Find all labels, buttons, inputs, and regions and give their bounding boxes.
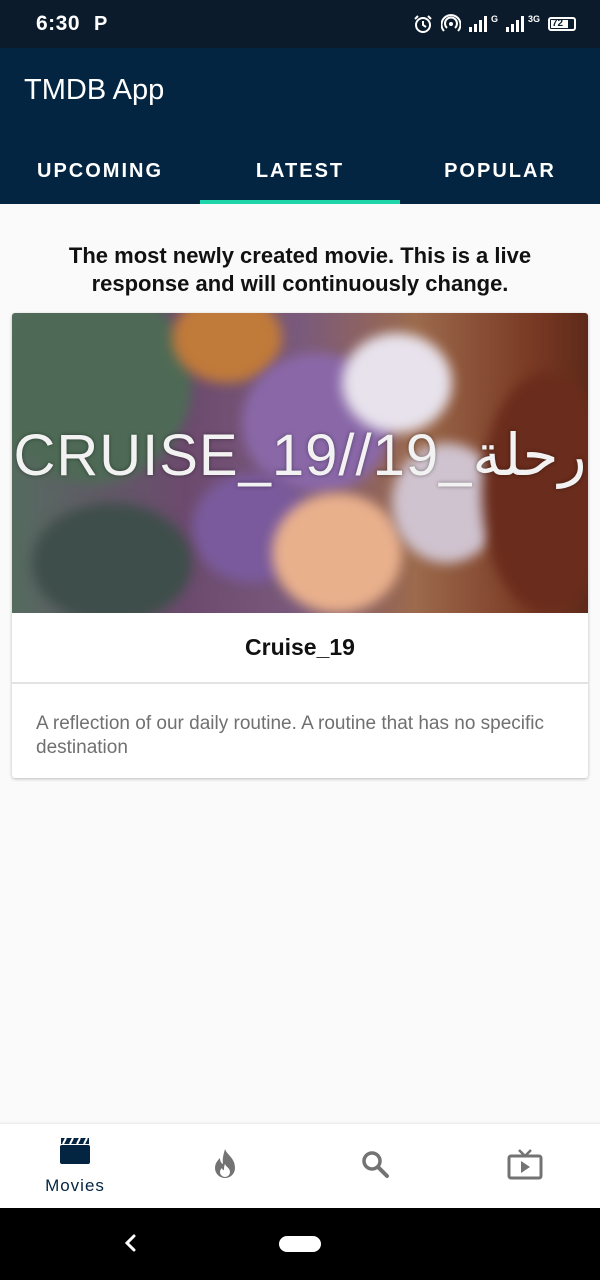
tab-bar: UPCOMING LATEST POPULAR [0,138,600,204]
nav-item-search[interactable] [300,1124,450,1208]
nav-item-trending[interactable] [150,1124,300,1208]
battery-icon: 72 [548,17,576,31]
tab-popular[interactable]: POPULAR [400,138,600,204]
home-pill[interactable] [279,1236,321,1252]
movie-card[interactable]: CRUISE_19//19_رحلة Cruise_19 A reflectio… [12,313,588,778]
app-title: TMDB App [24,74,165,106]
search-icon [360,1149,390,1184]
nav-label-movies: Movies [45,1175,105,1195]
network-2-type: 3G [527,14,540,24]
nav-item-movies[interactable]: Movies [0,1124,150,1208]
hotspot-icon [440,14,461,34]
flame-icon [211,1148,239,1185]
network-1-type: G [490,14,498,24]
signal-2-icon [505,16,524,32]
clapperboard-icon [59,1137,91,1170]
signal-1-icon [468,16,487,32]
parking-app-icon: P [94,12,108,35]
movie-overview: A reflection of our daily routine. A rou… [36,713,545,758]
back-chevron-icon[interactable] [118,1228,142,1265]
bottom-navigation: Movies [0,1124,600,1208]
movie-title: Cruise_19 [12,613,588,684]
status-time: 6:30 [36,12,81,35]
tab-upcoming[interactable]: UPCOMING [0,138,200,204]
status-bar: 6:30 P G 3G 72 [0,0,600,48]
alarm-icon [413,14,433,34]
tv-icon [507,1148,543,1185]
section-description: The most newly created movie. This is a … [68,243,532,296]
battery-level: 72 [552,18,564,29]
tab-latest[interactable]: LATEST [200,138,400,204]
app-bar: TMDB App UPCOMING LATEST POPULAR [0,48,600,204]
poster-caption: CRUISE_19//19_رحلة [13,423,587,488]
nav-item-tv[interactable] [450,1124,600,1208]
system-navigation-bar [0,1208,600,1280]
movie-poster: CRUISE_19//19_رحلة [12,313,588,613]
